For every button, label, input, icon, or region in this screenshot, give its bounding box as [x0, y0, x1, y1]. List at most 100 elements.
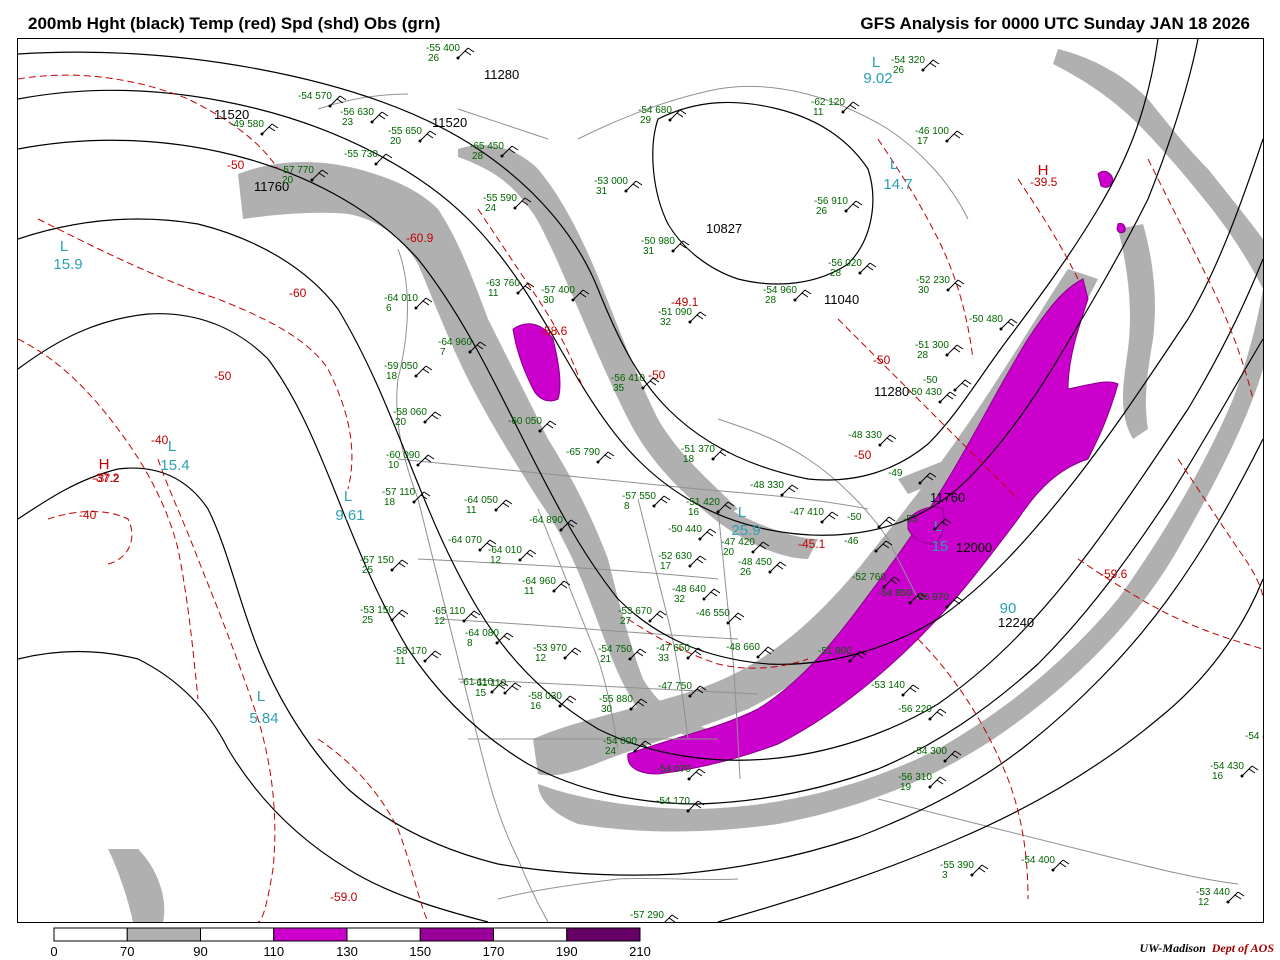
svg-text:-49 580: -49 580	[230, 119, 264, 130]
colorbar-swatch	[273, 927, 348, 942]
station-observation: -56 63023	[340, 107, 389, 128]
svg-text:-56 970: -56 970	[915, 592, 949, 603]
svg-text:28: 28	[830, 268, 842, 279]
station-observation: -57 290	[630, 910, 679, 922]
svg-text:28: 28	[472, 151, 484, 162]
svg-text:32: 32	[674, 594, 686, 605]
station-observation: -54 96028	[763, 285, 812, 306]
station-observation: -51 30028	[915, 340, 964, 361]
svg-text:15.4: 15.4	[160, 457, 189, 474]
station-observation: -56 31019	[898, 772, 947, 793]
temperature-label: -59.6	[1100, 567, 1128, 581]
station-observation: -64 01012	[488, 545, 537, 566]
svg-text:16: 16	[1212, 771, 1224, 782]
svg-text:-54 570: -54 570	[298, 91, 332, 102]
low-marker: L9.02	[863, 54, 892, 87]
svg-text:-53 140: -53 140	[871, 680, 905, 691]
svg-text:-47 750: -47 750	[658, 681, 692, 692]
svg-text:-60 050: -60 050	[508, 416, 542, 427]
station-observation: -65 11012	[432, 606, 481, 627]
svg-text:19: 19	[900, 782, 912, 793]
svg-text:-64 070: -64 070	[448, 535, 482, 546]
svg-text:26: 26	[428, 53, 440, 64]
svg-text:30: 30	[543, 295, 555, 306]
station-observation: -53 140	[871, 680, 920, 697]
station-observation: -53 44012	[1196, 887, 1245, 908]
svg-text:26: 26	[893, 65, 905, 76]
svg-text:H: H	[99, 456, 110, 473]
station-observation: -55 40026	[426, 43, 475, 64]
svg-text:-64 890: -64 890	[529, 515, 563, 526]
svg-text:21: 21	[600, 654, 612, 665]
svg-text:-57 290: -57 290	[630, 910, 664, 921]
svg-text:35: 35	[613, 383, 625, 394]
colorbar-swatch	[566, 927, 641, 942]
svg-text:-50 440: -50 440	[668, 524, 702, 535]
svg-text:-46: -46	[844, 536, 859, 547]
svg-text:25: 25	[362, 615, 374, 626]
station-observation: -55 730	[344, 149, 393, 166]
height-label: 11520	[432, 115, 467, 130]
colorbar-tick-label: 190	[555, 944, 578, 959]
height-label: 12000	[956, 540, 992, 555]
svg-text:-54 400: -54 400	[1021, 855, 1055, 866]
high-marker: H	[1038, 162, 1049, 179]
height-label: 11040	[824, 292, 859, 307]
svg-text:-49: -49	[888, 468, 903, 479]
station-observation: -47 410	[790, 507, 839, 524]
svg-text:-54 170: -54 170	[656, 796, 690, 807]
svg-text:12: 12	[1198, 897, 1210, 908]
height-label: 11280	[484, 67, 519, 82]
svg-text:20: 20	[723, 547, 735, 558]
station-observation: -54 400	[1021, 855, 1070, 872]
svg-text:90: 90	[1000, 600, 1017, 617]
svg-text:24: 24	[485, 203, 497, 214]
colorbar-tick-label: 110	[263, 944, 285, 959]
svg-text:18: 18	[683, 454, 695, 465]
svg-text:-54 300: -54 300	[913, 746, 947, 757]
low-marker: L 9.61	[335, 488, 364, 524]
station-observation: -53 15025	[360, 605, 409, 626]
colorbar-tick-label: 0	[50, 944, 58, 959]
svg-text:8: 8	[467, 638, 473, 649]
svg-text:18: 18	[386, 371, 398, 382]
temperature-label: -50	[873, 353, 891, 367]
station-observation: -64 05011	[464, 495, 513, 516]
svg-text:H: H	[1038, 162, 1049, 179]
station-observation: -50 98031	[641, 236, 690, 257]
svg-text:11: 11	[524, 586, 535, 597]
speed-max-label: 90	[1000, 600, 1017, 617]
station-observation: -51 09032	[658, 307, 707, 328]
svg-text:L: L	[257, 688, 265, 705]
station-observation: -48 45026	[738, 557, 787, 578]
svg-text:-50: -50	[847, 512, 862, 523]
svg-text:16: 16	[530, 701, 542, 712]
svg-text:-48 330: -48 330	[848, 430, 882, 441]
station-observation: -49 580	[230, 119, 279, 136]
svg-text:29: 29	[640, 115, 652, 126]
station-observation: -58 06020	[393, 407, 442, 428]
station-observation: -61 11015	[473, 678, 522, 699]
colorbar-swatch	[493, 927, 568, 942]
svg-text:-46 550: -46 550	[696, 608, 730, 619]
colorbar-swatch	[346, 927, 421, 942]
svg-text:11: 11	[466, 505, 477, 516]
svg-text:33: 33	[658, 653, 670, 664]
svg-text:-50 480: -50 480	[969, 314, 1003, 325]
svg-text:28: 28	[765, 295, 777, 306]
svg-text:-47 410: -47 410	[790, 507, 824, 518]
station-observation: -50 430	[908, 387, 957, 404]
svg-text:L: L	[738, 504, 746, 521]
svg-text:-54 4: -54 4	[1245, 731, 1263, 742]
temperature-label: -60	[289, 286, 307, 300]
station-observation: -56 91026	[814, 196, 863, 217]
station-observation: -54 32026	[891, 55, 940, 76]
low-marker: L15.9	[53, 238, 82, 273]
station-observation: -46 10017	[915, 126, 964, 147]
height-contours	[18, 39, 1263, 922]
station-observation: -59 05018	[384, 361, 433, 382]
station-observation: -54 68029	[638, 105, 687, 126]
station-observation: -48 330	[848, 430, 897, 447]
station-observation: -58 17011	[393, 646, 442, 667]
station-observation: -53 67027	[618, 606, 667, 627]
